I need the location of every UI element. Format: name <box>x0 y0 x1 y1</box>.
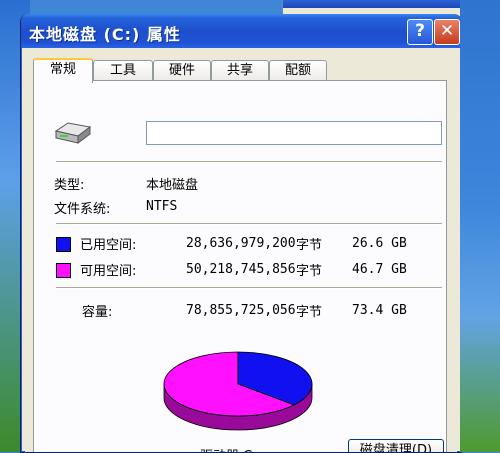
free-space-swatch <box>56 263 71 278</box>
used-space-unit: 字节 <box>296 238 323 253</box>
volume-name-input[interactable] <box>146 121 442 145</box>
hard-drive-icon <box>54 122 92 144</box>
disk-usage-pie-chart <box>163 351 313 431</box>
free-space-bytes: 50,218,745,856 <box>186 262 296 277</box>
tab-hardware[interactable]: 硬件 <box>153 60 211 81</box>
help-icon[interactable]: ? <box>407 19 433 45</box>
capacity-size: 73.4 GB <box>352 303 407 318</box>
used-space-size: 26.6 GB <box>352 236 407 251</box>
tab-tools[interactable]: 工具 <box>93 60 153 81</box>
tab-general[interactable]: 常规 <box>33 58 93 83</box>
disk-cleanup-button[interactable]: 磁盘清理(D) <box>348 439 444 452</box>
desktop-background-right <box>460 0 500 452</box>
capacity-unit: 字节 <box>296 305 323 320</box>
close-icon[interactable]: ✕ <box>434 19 460 45</box>
filesystem-value: NTFS <box>146 199 178 214</box>
properties-dialog: 本地磁盘 (C:) 属性 ? ✕ 常规 工具 硬件 共享 配额 类型: 本地磁盘… <box>20 14 462 453</box>
free-space-unit: 字节 <box>296 264 323 279</box>
divider <box>56 287 442 289</box>
used-space-swatch <box>56 237 71 252</box>
type-label: 类型: <box>54 178 85 193</box>
tab-sharing[interactable]: 共享 <box>211 60 269 81</box>
capacity-label: 容量: <box>82 305 113 320</box>
capacity-bytes: 78,855,725,056 <box>186 303 296 318</box>
general-panel: 类型: 本地磁盘 文件系统: NTFS 已用空间: 28,636,979,200… <box>33 80 447 452</box>
dialog-client: 常规 工具 硬件 共享 配额 类型: 本地磁盘 文件系统: NTFS 已用空间:… <box>25 48 457 452</box>
free-space-label: 可用空间: <box>80 264 137 279</box>
type-value: 本地磁盘 <box>146 178 199 193</box>
used-space-bytes: 28,636,979,200 <box>186 236 296 251</box>
divider <box>56 223 442 225</box>
free-space-size: 46.7 GB <box>352 262 407 277</box>
divider <box>56 161 442 163</box>
used-space-label: 已用空间: <box>80 238 137 253</box>
title-bar[interactable]: 本地磁盘 (C:) 属性 ? ✕ <box>21 14 461 48</box>
tab-quota[interactable]: 配额 <box>269 60 327 81</box>
filesystem-label: 文件系统: <box>54 202 111 217</box>
window-title: 本地磁盘 (C:) 属性 <box>29 25 181 44</box>
